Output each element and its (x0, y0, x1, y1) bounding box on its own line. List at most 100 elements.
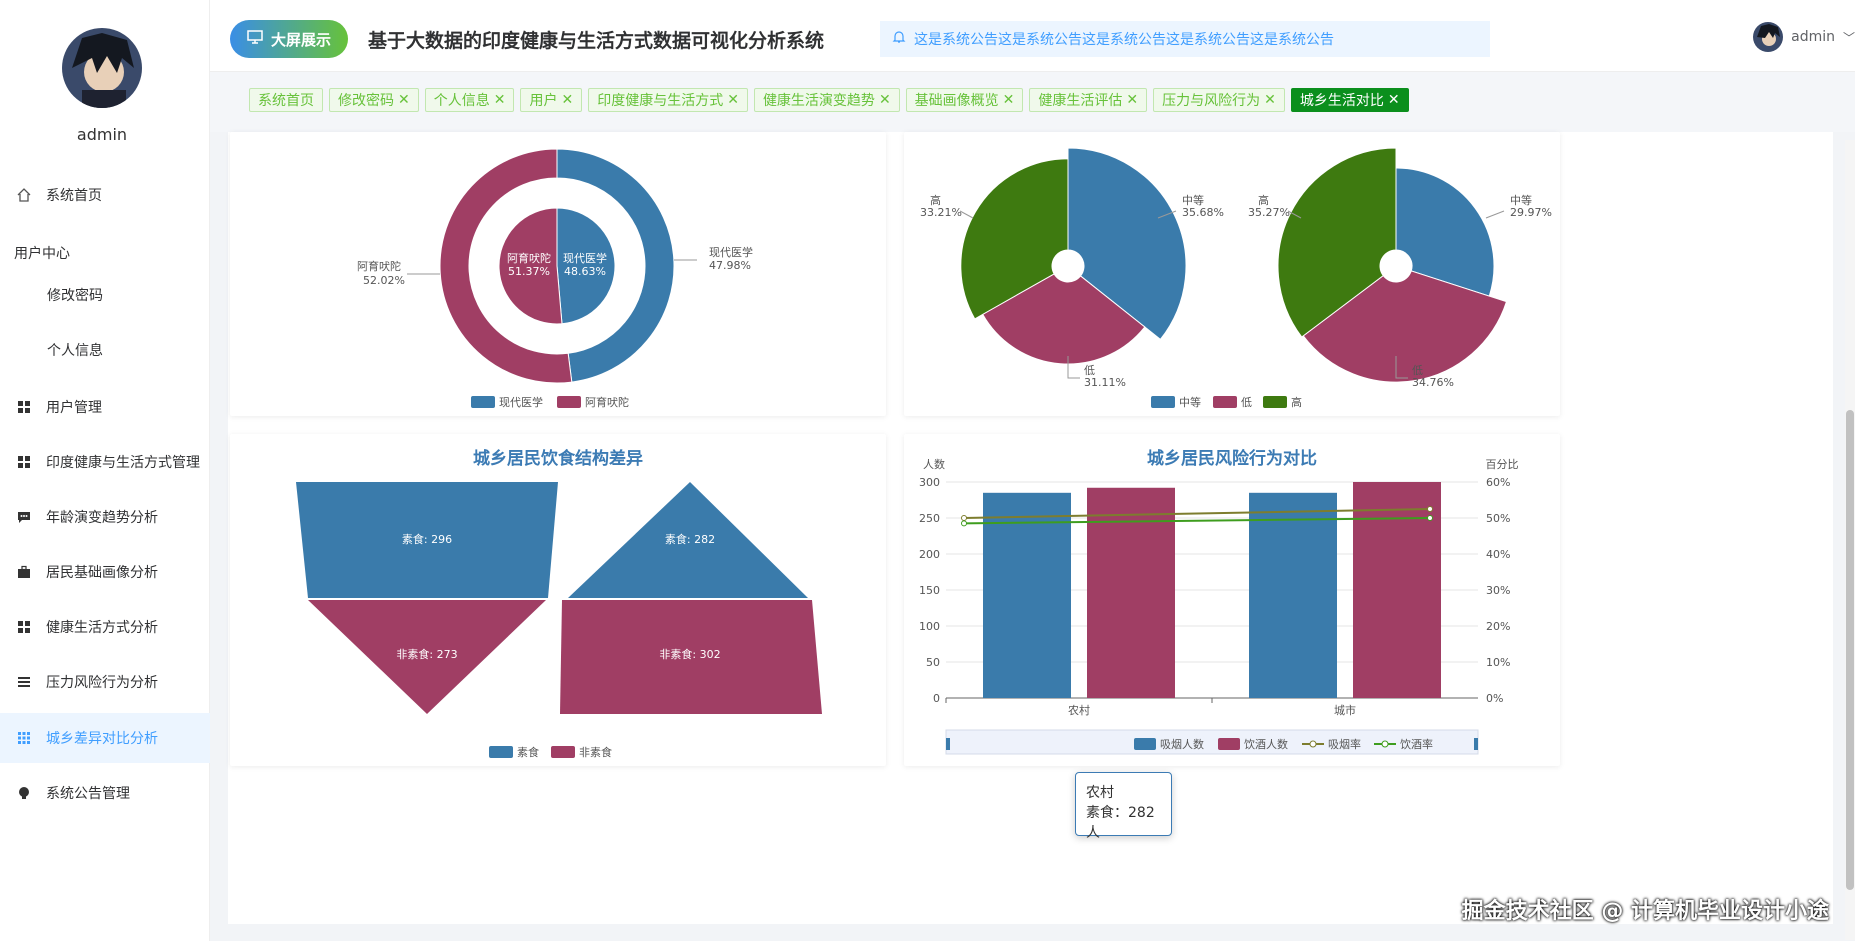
sidebar-item-label: 系统公告管理 (46, 786, 130, 802)
y-tick-label: 200 (919, 548, 940, 561)
outer-label: 现代医学 (709, 245, 753, 259)
scrollbar[interactable] (1845, 140, 1855, 940)
chat-icon (14, 507, 34, 527)
inner-value: 48.63% (564, 265, 606, 278)
medical-preference-panel: 现代医学 48.63% 阿育吠陀 51.37% 现代医学 47.98% 阿育吠陀 52.02%… (230, 132, 886, 416)
scrollbar-thumb[interactable] (1846, 410, 1854, 890)
y2-tick-label: 30% (1486, 584, 1510, 597)
briefcase-icon (14, 562, 34, 582)
legend-label: 阿育吠陀 (585, 395, 629, 409)
tab-label: 健康生活演变趋势 (762, 93, 875, 109)
close-icon[interactable]: ✕ (561, 92, 573, 108)
sidebar-username: admin (76, 125, 128, 144)
chevron-down-icon: ﹀ (1842, 30, 1855, 45)
y2-tick-label: 0% (1486, 692, 1503, 705)
tab-6[interactable]: 基础画像概览 ✕ (905, 88, 1024, 112)
tab-5[interactable]: 健康生活演变趋势 ✕ (753, 88, 900, 112)
user-menu[interactable]: admin ﹀ (1753, 22, 1855, 52)
sidebar-item-4[interactable]: 印度健康与生活方式管理 (0, 437, 210, 487)
sidebar-item-label: 印度健康与生活方式管理 (46, 455, 200, 471)
sidebar-item-label: 个人信息 (47, 343, 103, 359)
x-tick-label: 农村 (1068, 703, 1090, 717)
bell-icon (892, 30, 906, 48)
sidebar-item-3[interactable]: 用户管理 (0, 382, 210, 432)
legend-label: 低 (1241, 396, 1252, 409)
sidebar-item-6[interactable]: 居民基础画像分析 (0, 547, 210, 597)
outer-label: 阿育吠陀 (357, 259, 401, 273)
big-screen-button[interactable]: 大屏展示 (230, 20, 348, 58)
bar-饮酒人数 (1353, 482, 1441, 698)
tab-2[interactable]: 个人信息 ✕ (424, 88, 515, 112)
tab-8[interactable]: 压力与风险行为 ✕ (1153, 88, 1285, 112)
notice-text: 这是系统公告这是系统公告这是系统公告这是系统公告这是系统公告 (914, 32, 1334, 48)
tab-label: 修改密码 (338, 93, 394, 109)
sidebar-item-0[interactable]: 系统首页 (0, 170, 210, 220)
rose-value: 34.76% (1412, 376, 1454, 389)
close-icon[interactable]: ✕ (1388, 92, 1400, 108)
sidebar-item-10[interactable]: 系统公告管理 (0, 768, 210, 818)
legend-label: 饮酒率 (1400, 737, 1433, 751)
point-饮酒率 (961, 520, 967, 527)
sidebar-item-label: 用户管理 (46, 400, 102, 416)
notice-bar: 这是系统公告这是系统公告这是系统公告这是系统公告这是系统公告 (880, 21, 1490, 57)
sidebar-item-5[interactable]: 年龄演变趋势分析 (0, 492, 210, 542)
x-tick-label: 城市 (1334, 703, 1356, 717)
close-icon[interactable]: ✕ (727, 92, 739, 108)
datazoom-slider (945, 729, 1479, 755)
y2-tick-label: 50% (1486, 512, 1510, 525)
sidebar-item-7[interactable]: 健康生活方式分析 (0, 602, 210, 652)
close-icon[interactable]: ✕ (879, 92, 891, 108)
y-tick-label: 300 (919, 476, 940, 489)
sidebar-item-2[interactable]: 个人信息 (0, 325, 210, 375)
tab-0[interactable]: 系统首页 (249, 88, 323, 112)
outer-value: 47.98% (709, 259, 751, 272)
close-icon[interactable]: ✕ (1003, 92, 1015, 108)
rose-value: 33.21% (920, 206, 962, 219)
funnel-label: 素食: 282 (665, 532, 715, 546)
risk-level-chart: 中等35.68%低31.11%高33.21%中等29.97%低34.76%高35… (920, 147, 1552, 409)
sidebar-item-8[interactable]: 压力风险行为分析 (0, 657, 210, 707)
tab-label: 健康生活评估 (1038, 93, 1123, 109)
legend-swatch-dot (1381, 740, 1389, 748)
close-icon[interactable]: ✕ (494, 92, 506, 108)
header: 大屏展示 基于大数据的印度健康与生活方式数据可视化分析系统 这是系统公告这是系统… (210, 0, 1855, 72)
legend-label: 非素食 (579, 745, 612, 759)
grid-icon (14, 397, 34, 417)
tab-3[interactable]: 用户 ✕ (520, 88, 583, 112)
close-icon[interactable]: ✕ (1264, 92, 1276, 108)
sidebar-item-label: 居民基础画像分析 (46, 565, 158, 581)
chart-tooltip: 农村 素食：282人 (1075, 772, 1172, 841)
big-screen-label: 大屏展示 (270, 30, 331, 49)
y2-tick-label: 60% (1486, 476, 1510, 489)
rose-label: 高 (1258, 193, 1269, 207)
avatar[interactable] (62, 28, 142, 108)
y2-tick-label: 10% (1486, 656, 1510, 669)
legend-label: 高 (1291, 395, 1302, 409)
y2-axis-label: 百分比 (1486, 458, 1519, 471)
bulb-icon (14, 783, 34, 803)
sidebar-group-user-center: 用户中心 (14, 246, 70, 262)
sidebar-item-1[interactable]: 修改密码 (0, 270, 210, 320)
chart-grid: 现代医学 48.63% 阿育吠陀 51.37% 现代医学 47.98% 阿育吠陀 52.02%… (228, 132, 1833, 924)
datazoom-handle-left (946, 738, 950, 750)
user-name: admin (1791, 29, 1835, 45)
rose-label: 高 (930, 193, 941, 207)
tab-7[interactable]: 健康生活评估 ✕ (1029, 88, 1148, 112)
user-avatar (1753, 22, 1784, 52)
outer-value: 52.02% (363, 274, 405, 287)
tab-9[interactable]: 城乡生活对比 ✕ (1290, 88, 1409, 112)
close-icon[interactable]: ✕ (1126, 92, 1138, 108)
rose-label: 中等 (1510, 193, 1532, 207)
sidebar-item-9[interactable]: 城乡差异对比分析 (0, 713, 210, 763)
legend-swatch (489, 746, 513, 758)
diet-panel: 城乡居民饮食结构差异 素食: 296 非素食: 273 素食: 282 非素食: 302… (230, 434, 886, 766)
tab-1[interactable]: 修改密码 ✕ (329, 88, 419, 112)
tab-4[interactable]: 印度健康与生活方式 ✕ (588, 88, 748, 112)
risk-behavior-chart: 人数 百分比 300 60% 250 50% 200 40% 150 30% 100 20% 50 10%… (919, 458, 1519, 755)
grid-icon (14, 617, 34, 637)
legend-swatch (1134, 738, 1156, 750)
close-icon[interactable]: ✕ (398, 92, 410, 108)
funnel-label: 素食: 296 (402, 532, 452, 546)
tab-label: 用户 (529, 93, 558, 109)
rose-value: 35.68% (1182, 206, 1224, 219)
